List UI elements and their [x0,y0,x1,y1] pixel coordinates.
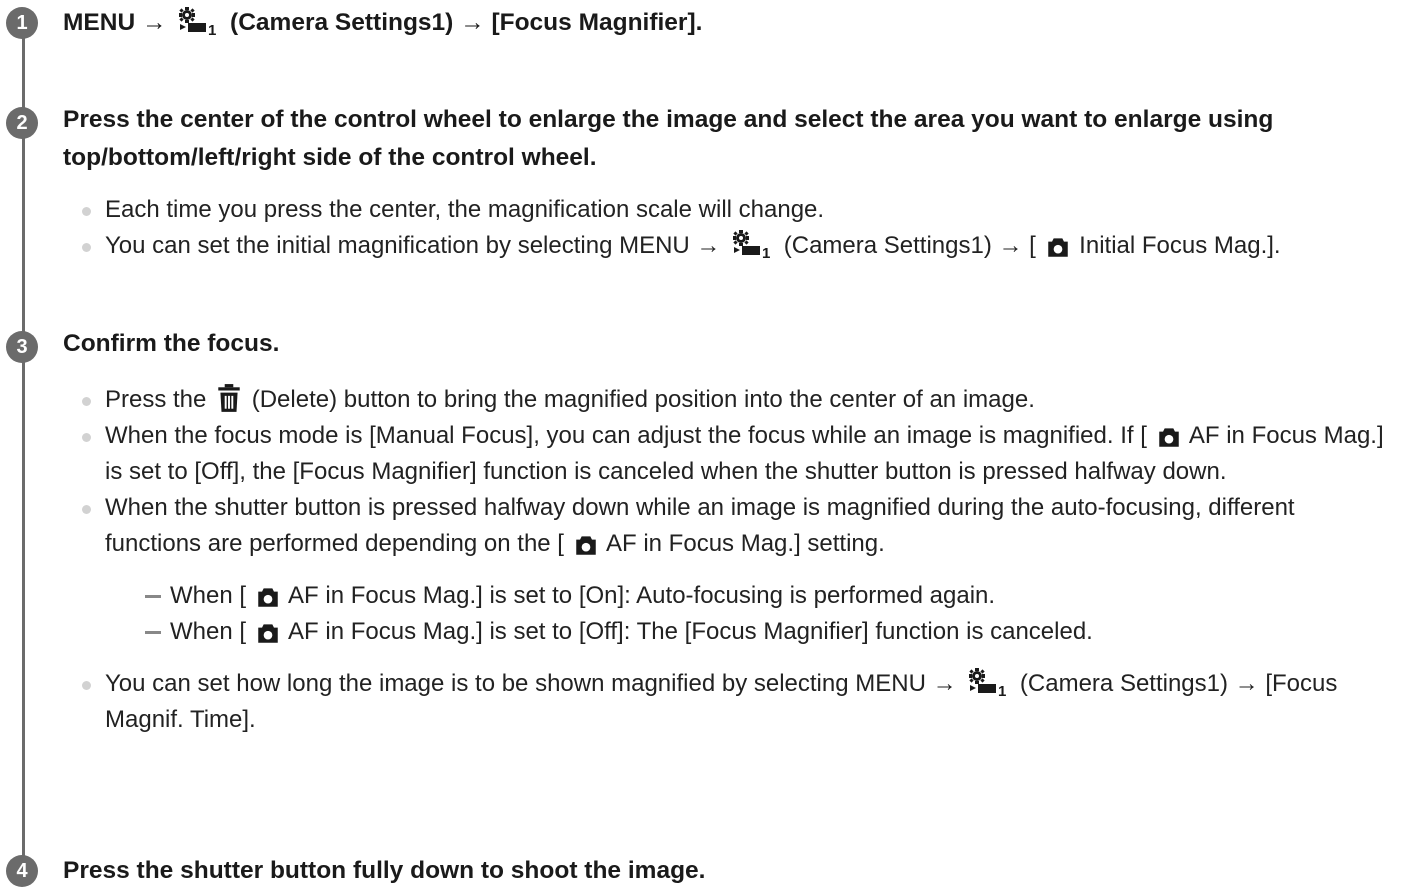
step-3-heading: Confirm the focus. [63,330,280,357]
still-camera-icon [1156,424,1182,450]
sub-list-item: When [ AF in Focus Mag.] is set to [Off]… [145,614,1396,650]
camera-settings1-icon [175,6,221,36]
still-camera-icon [255,620,281,646]
step-1-heading: MENU → (Camera Settings1) → [Focus Magni… [63,4,1370,42]
step-rail [22,22,25,870]
still-camera-icon [573,532,599,558]
camera-settings1-icon [729,229,775,259]
step-4-heading: Press the shutter button fully down to s… [63,857,706,884]
list-item: Each time you press the center, the magn… [80,192,1396,228]
step-1-heading-pre: MENU → [63,9,174,36]
still-camera-icon [255,584,281,610]
trash-icon [215,383,243,413]
step-number-3: 3 [6,331,38,363]
still-camera-icon [1045,234,1071,260]
list-item: You can set how long the image is to be … [80,666,1396,738]
step-2-heading: Press the center of the control wheel to… [63,106,1274,171]
list-item: You can set the initial magnification by… [80,228,1396,264]
list-item: Press the (Delete) button to bring the m… [80,382,1396,418]
step-1-heading-post: (Camera Settings1) → [Focus Magnifier]. [223,9,703,36]
camera-settings1-icon [965,667,1011,697]
sub-list-item: When [ AF in Focus Mag.] is set to [On]:… [145,578,1396,614]
list-item: When the focus mode is [Manual Focus], y… [80,418,1396,490]
step-3-sub-list: When [ AF in Focus Mag.] is set to [On]:… [145,578,1396,650]
step-number-2: 2 [6,107,38,139]
step-2-bullet-list: Each time you press the center, the magn… [80,192,1396,264]
list-item: When the shutter button is pressed halfw… [80,490,1396,650]
step-number-1: 1 [6,7,38,39]
step-3-bullet-list: Press the (Delete) button to bring the m… [80,382,1396,738]
step-number-4: 4 [6,855,38,887]
